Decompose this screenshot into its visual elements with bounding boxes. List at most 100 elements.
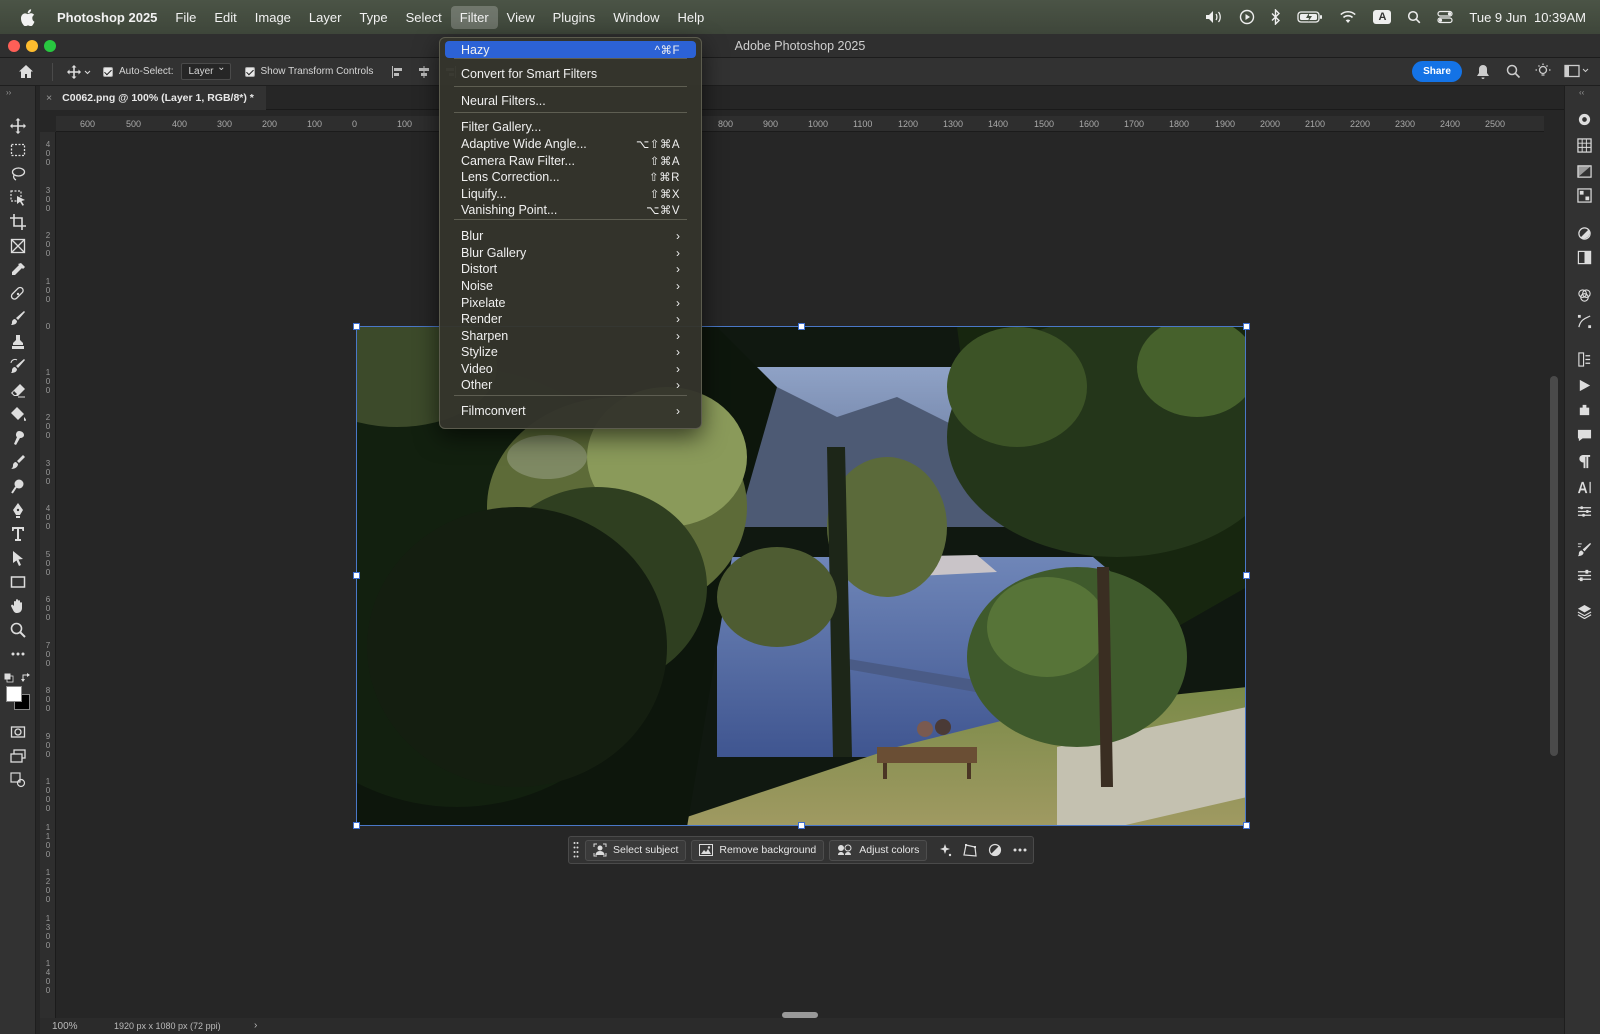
edit-toolbar-icon[interactable] [8, 770, 28, 790]
history-brush-tool-icon[interactable] [8, 356, 28, 376]
filter-menu-item-camera-raw-filter[interactable]: Camera Raw Filter... ⇧⌘A [445, 153, 696, 169]
brushes-panel-icon[interactable] [1575, 540, 1593, 558]
brush-settings-panel-icon[interactable] [1575, 566, 1593, 584]
filter-menu-item-noise[interactable]: Noise › [445, 278, 696, 294]
collapse-panel-icon[interactable]: ›› [6, 88, 11, 97]
plugins-panel-icon[interactable] [1575, 400, 1593, 418]
filter-menu-item-render[interactable]: Render › [445, 311, 696, 327]
battery-icon[interactable] [1297, 10, 1323, 24]
spotlight-search-icon[interactable] [1407, 10, 1421, 24]
more-tools-icon[interactable] [8, 644, 28, 664]
adjustment-contrast-icon[interactable] [988, 842, 1003, 858]
pen-tool-icon[interactable] [8, 500, 28, 520]
vertical-scrollbar[interactable] [1550, 376, 1558, 756]
document-tab[interactable]: × C0062.png @ 100% (Layer 1, RGB/8*) * [40, 86, 266, 110]
default-colors-icon[interactable] [4, 672, 14, 686]
filter-menu-item-adaptive-wide-angle[interactable]: Adaptive Wide Angle... ⌥⇧⌘A [445, 136, 696, 152]
rectangle-tool-icon[interactable] [8, 572, 28, 592]
filter-menu-item-vanishing-point[interactable]: Vanishing Point... ⌥⌘V [445, 202, 696, 218]
transform-handle-right[interactable] [1243, 572, 1250, 579]
auto-select-dropdown[interactable]: Layer [181, 62, 231, 80]
transform-handle-bottom-left[interactable] [353, 822, 360, 829]
search-icon[interactable] [1506, 64, 1521, 82]
adjustments-panel-icon[interactable] [1575, 224, 1593, 242]
move-tool-icon[interactable] [8, 116, 28, 136]
glyphs-panel-icon[interactable] [1575, 502, 1593, 520]
menu-help[interactable]: Help [669, 6, 714, 29]
volume-icon[interactable] [1205, 10, 1223, 24]
filter-menu-item-stylize[interactable]: Stylize › [445, 344, 696, 360]
control-center-icon[interactable] [1437, 10, 1454, 24]
filter-menu-item-blur[interactable]: Blur › [445, 228, 696, 244]
filter-menu-item-convert-for-smart-filters[interactable]: Convert for Smart Filters [445, 66, 696, 82]
path-selection-tool-icon[interactable] [8, 548, 28, 568]
type-tool-icon[interactable] [8, 524, 28, 544]
swatches-panel-icon[interactable] [1575, 186, 1593, 204]
filter-menu-item-distort[interactable]: Distort › [445, 261, 696, 277]
eraser-tool-icon[interactable] [8, 380, 28, 400]
paths-panel-icon[interactable] [1575, 312, 1593, 330]
paragraph-panel-icon[interactable] [1575, 452, 1593, 470]
menu-select[interactable]: Select [397, 6, 451, 29]
menu-edit[interactable]: Edit [205, 6, 245, 29]
eyedropper-tool-icon[interactable] [8, 260, 28, 280]
transform-handle-bottom-right[interactable] [1243, 822, 1250, 829]
filter-menu-item-lens-correction[interactable]: Lens Correction... ⇧⌘R [445, 169, 696, 185]
screen-mode-icon[interactable] [8, 746, 28, 766]
filter-menu-item-liquify[interactable]: Liquify... ⇧⌘X [445, 186, 696, 202]
history-panel-icon[interactable] [1575, 350, 1593, 368]
play-circle-icon[interactable] [1239, 9, 1255, 25]
auto-select-checkbox[interactable] [103, 66, 113, 77]
apple-icon[interactable] [18, 8, 36, 26]
move-tool-preset-icon[interactable] [67, 64, 91, 79]
transform-handle-left[interactable] [353, 572, 360, 579]
foreground-color-swatch[interactable] [6, 686, 22, 702]
filter-menu-item-filter-gallery[interactable]: Filter Gallery... [445, 119, 696, 135]
menu-image[interactable]: Image [246, 6, 300, 29]
filter-menu-item-neural-filters[interactable]: Neural Filters... [445, 93, 696, 109]
transform-handle-top[interactable] [798, 323, 805, 330]
menu-layer[interactable]: Layer [300, 6, 351, 29]
frame-tool-icon[interactable] [8, 236, 28, 256]
bluetooth-icon[interactable] [1271, 9, 1281, 25]
discover-lightbulb-icon[interactable] [1535, 63, 1551, 82]
libraries-panel-icon[interactable] [1575, 136, 1593, 154]
taskbar-drag-handle-icon[interactable] [573, 840, 579, 860]
channels-panel-icon[interactable] [1575, 286, 1593, 304]
menu-file[interactable]: File [166, 6, 205, 29]
workspace-switcher-icon[interactable] [1564, 64, 1590, 81]
menu-window[interactable]: Window [604, 6, 668, 29]
transform-handle-top-left[interactable] [353, 323, 360, 330]
transform-perspective-icon[interactable] [963, 842, 978, 858]
zoom-level[interactable]: 100% [52, 1021, 78, 1032]
brush-tool-icon[interactable] [8, 308, 28, 328]
menu-app-name[interactable]: Photoshop 2025 [48, 6, 166, 29]
layers-panel-icon[interactable] [1575, 602, 1593, 620]
home-icon[interactable] [18, 64, 34, 79]
filter-menu-item-video[interactable]: Video › [445, 361, 696, 377]
lasso-tool-icon[interactable] [8, 164, 28, 184]
menu-plugins[interactable]: Plugins [544, 6, 605, 29]
select-subject-button[interactable]: Select subject [585, 839, 687, 861]
notifications-bell-icon[interactable] [1476, 64, 1490, 83]
menu-type[interactable]: Type [350, 6, 396, 29]
share-button[interactable]: Share [1412, 61, 1462, 82]
align-center-icon[interactable] [417, 65, 431, 79]
menu-filter[interactable]: Filter [450, 5, 498, 29]
filter-menu-item-other[interactable]: Other › [445, 377, 696, 393]
clone-stamp-tool-icon[interactable] [8, 332, 28, 352]
quick-mask-icon[interactable] [8, 722, 28, 742]
smudge-tool-icon[interactable] [8, 428, 28, 448]
gradients-panel-icon[interactable] [1575, 162, 1593, 180]
object-selection-tool-icon[interactable] [8, 188, 28, 208]
remove-tool-icon[interactable] [8, 452, 28, 472]
menu-view[interactable]: View [498, 6, 544, 29]
swap-colors-icon[interactable] [21, 672, 31, 686]
filter-menu-item-sharpen[interactable]: Sharpen › [445, 328, 696, 344]
status-menu-arrow[interactable]: › [254, 1020, 257, 1031]
filter-menu-item-pixelate[interactable]: Pixelate › [445, 295, 696, 311]
adjust-colors-button[interactable]: Adjust colors [829, 839, 928, 861]
zoom-tool-icon[interactable] [8, 620, 28, 640]
comments-panel-icon[interactable] [1575, 426, 1593, 444]
properties-panel-icon[interactable] [1575, 248, 1593, 266]
